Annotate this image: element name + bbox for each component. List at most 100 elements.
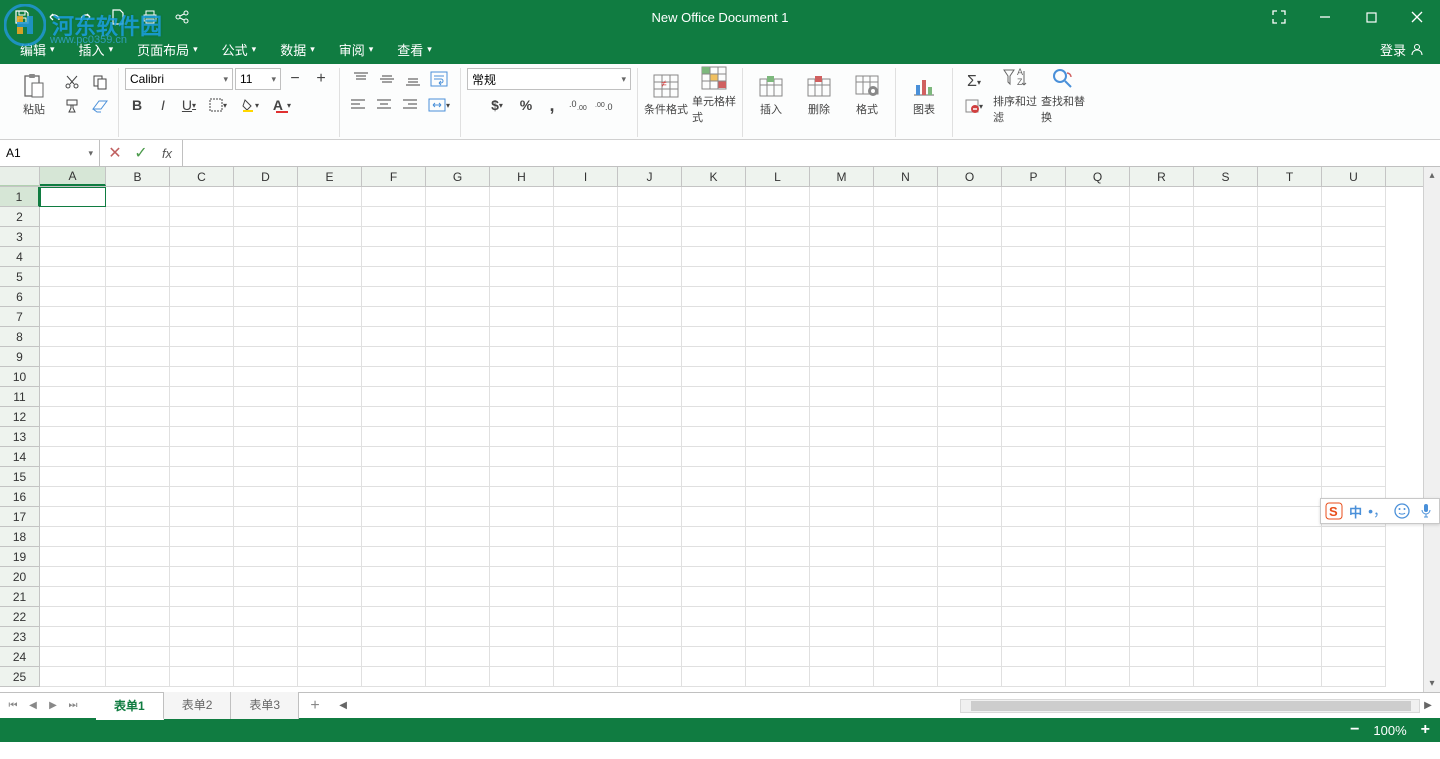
cell[interactable] bbox=[1130, 567, 1194, 587]
cell[interactable] bbox=[554, 547, 618, 567]
column-header[interactable]: U bbox=[1322, 167, 1386, 186]
cell[interactable] bbox=[490, 207, 554, 227]
cell[interactable] bbox=[298, 647, 362, 667]
cell[interactable] bbox=[1194, 667, 1258, 687]
cell[interactable] bbox=[426, 347, 490, 367]
sheet-tab[interactable]: 表单1 bbox=[96, 692, 164, 720]
cell[interactable] bbox=[40, 227, 106, 247]
cell[interactable] bbox=[1002, 587, 1066, 607]
cell[interactable] bbox=[106, 367, 170, 387]
cell[interactable] bbox=[1194, 347, 1258, 367]
cell[interactable] bbox=[490, 567, 554, 587]
border-icon[interactable]: ▾ bbox=[203, 94, 233, 116]
cell[interactable] bbox=[682, 547, 746, 567]
cell[interactable] bbox=[40, 607, 106, 627]
cell[interactable] bbox=[490, 387, 554, 407]
autosum-icon[interactable]: Σ▾ bbox=[959, 71, 989, 93]
column-header[interactable]: O bbox=[938, 167, 1002, 186]
cell[interactable] bbox=[1322, 627, 1386, 647]
cell[interactable] bbox=[1194, 287, 1258, 307]
cell[interactable] bbox=[554, 487, 618, 507]
cell[interactable] bbox=[106, 247, 170, 267]
cell[interactable] bbox=[938, 387, 1002, 407]
cell[interactable] bbox=[746, 607, 810, 627]
cell[interactable] bbox=[490, 367, 554, 387]
cell[interactable] bbox=[234, 607, 298, 627]
cell[interactable] bbox=[554, 247, 618, 267]
cell[interactable] bbox=[234, 267, 298, 287]
cell[interactable] bbox=[170, 187, 234, 207]
cell[interactable] bbox=[682, 587, 746, 607]
cell[interactable] bbox=[1258, 507, 1322, 527]
cell[interactable] bbox=[1002, 267, 1066, 287]
row-header[interactable]: 12 bbox=[0, 407, 40, 427]
redo-icon[interactable] bbox=[74, 5, 98, 29]
cell[interactable] bbox=[874, 327, 938, 347]
cell-styles-button[interactable]: 单元格样式 bbox=[692, 63, 736, 125]
cell[interactable] bbox=[1066, 207, 1130, 227]
cell[interactable] bbox=[40, 207, 106, 227]
cell[interactable] bbox=[682, 507, 746, 527]
cell[interactable] bbox=[298, 427, 362, 447]
cell[interactable] bbox=[746, 187, 810, 207]
cell[interactable] bbox=[554, 427, 618, 447]
cell[interactable] bbox=[298, 587, 362, 607]
cell[interactable] bbox=[298, 327, 362, 347]
cell[interactable] bbox=[682, 187, 746, 207]
cell[interactable] bbox=[618, 347, 682, 367]
cell[interactable] bbox=[40, 387, 106, 407]
cell[interactable] bbox=[298, 287, 362, 307]
scroll-right-icon[interactable]: ▶ bbox=[1420, 698, 1436, 714]
column-header[interactable]: I bbox=[554, 167, 618, 186]
cell[interactable] bbox=[618, 607, 682, 627]
prev-sheet-icon[interactable]: ◀ bbox=[24, 697, 42, 715]
first-sheet-icon[interactable]: ⏮ bbox=[4, 697, 22, 715]
increase-decimal-icon[interactable]: .0.00 bbox=[566, 94, 590, 116]
cell[interactable] bbox=[106, 227, 170, 247]
cell[interactable] bbox=[426, 187, 490, 207]
cell[interactable] bbox=[490, 487, 554, 507]
cell[interactable] bbox=[1194, 367, 1258, 387]
wrap-text-icon[interactable] bbox=[427, 68, 451, 90]
row-header[interactable]: 22 bbox=[0, 607, 40, 627]
cell[interactable] bbox=[1322, 387, 1386, 407]
align-top-icon[interactable] bbox=[349, 68, 373, 90]
cell[interactable] bbox=[554, 627, 618, 647]
cell[interactable] bbox=[682, 387, 746, 407]
cell[interactable] bbox=[1066, 467, 1130, 487]
scroll-up-icon[interactable]: ▴ bbox=[1424, 167, 1440, 184]
cell[interactable] bbox=[746, 287, 810, 307]
next-sheet-icon[interactable]: ▶ bbox=[44, 697, 62, 715]
fullscreen-icon[interactable] bbox=[1256, 0, 1302, 34]
number-format-combo[interactable]: 常规▾ bbox=[467, 68, 631, 90]
cell[interactable] bbox=[170, 407, 234, 427]
cell[interactable] bbox=[874, 507, 938, 527]
clear-icon[interactable]: ▾ bbox=[959, 95, 989, 117]
cell[interactable] bbox=[682, 327, 746, 347]
cell[interactable] bbox=[1322, 227, 1386, 247]
cell[interactable] bbox=[874, 447, 938, 467]
column-header[interactable]: Q bbox=[1066, 167, 1130, 186]
cell[interactable] bbox=[106, 267, 170, 287]
cell[interactable] bbox=[682, 227, 746, 247]
cell[interactable] bbox=[426, 487, 490, 507]
cell[interactable] bbox=[490, 627, 554, 647]
cell[interactable] bbox=[1002, 287, 1066, 307]
cell[interactable] bbox=[1322, 407, 1386, 427]
sheet-tab[interactable]: 表单3 bbox=[231, 692, 299, 719]
menu-data[interactable]: 数据▾ bbox=[268, 34, 327, 64]
cell[interactable] bbox=[298, 547, 362, 567]
cell[interactable] bbox=[1194, 527, 1258, 547]
cell[interactable] bbox=[746, 447, 810, 467]
cell[interactable] bbox=[1194, 247, 1258, 267]
cell[interactable] bbox=[490, 427, 554, 447]
cell[interactable] bbox=[1066, 647, 1130, 667]
cell[interactable] bbox=[1194, 227, 1258, 247]
cell[interactable] bbox=[1194, 207, 1258, 227]
delete-cells-button[interactable]: 删除 bbox=[797, 71, 841, 117]
cell[interactable] bbox=[426, 647, 490, 667]
cell[interactable] bbox=[106, 507, 170, 527]
cell[interactable] bbox=[1066, 247, 1130, 267]
cell[interactable] bbox=[682, 567, 746, 587]
cell[interactable] bbox=[40, 667, 106, 687]
